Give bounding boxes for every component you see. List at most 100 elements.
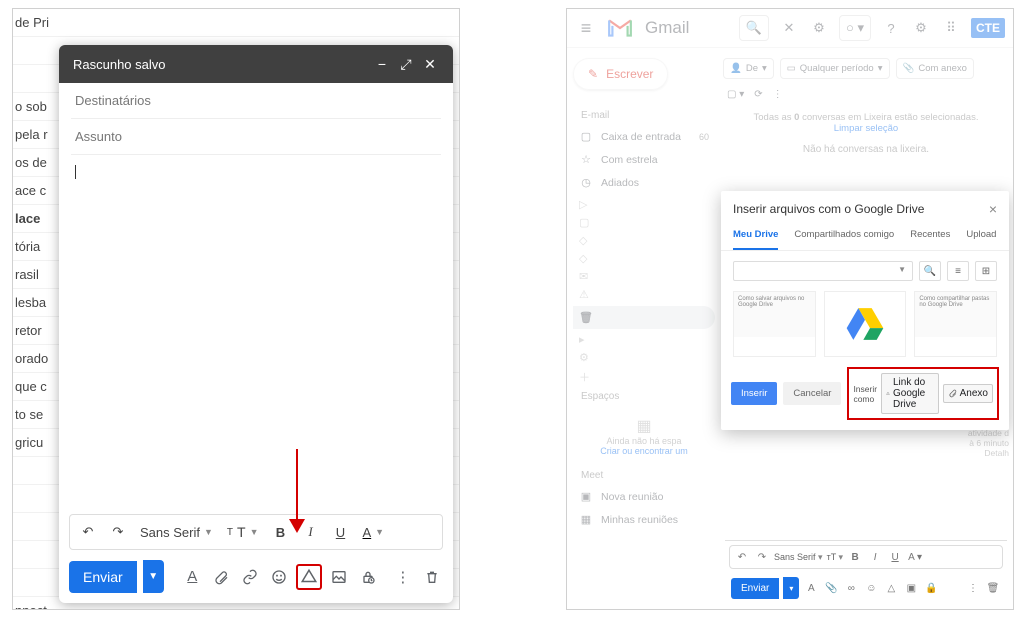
tab-recent[interactable]: Recentes — [910, 221, 950, 250]
insert-button[interactable]: Inserir — [731, 382, 777, 405]
discard-icon[interactable] — [420, 564, 443, 590]
grid-view-icon[interactable]: ⊞ — [975, 261, 997, 281]
send-button[interactable]: Enviar — [731, 578, 779, 599]
list-view-icon[interactable]: ≡ — [947, 261, 969, 281]
emoji-icon[interactable] — [267, 564, 290, 590]
file-card-drive[interactable] — [824, 291, 907, 357]
sidebar-stub-icon[interactable]: ✉ — [579, 270, 593, 284]
redo-icon[interactable]: ↷ — [754, 549, 770, 565]
support-icon[interactable]: ? — [881, 18, 901, 38]
sidebar-stub-icon[interactable]: ▷ — [579, 198, 593, 212]
emoji-icon[interactable]: ☺ — [863, 580, 879, 596]
confidential-icon[interactable]: 🔒 — [923, 580, 939, 596]
sidebar-stub-icon[interactable]: ▢ — [579, 216, 593, 230]
attach-icon — [948, 389, 957, 398]
cancel-button[interactable]: Cancelar — [783, 382, 841, 405]
file-card[interactable]: Como salvar arquivos no Google Drive — [733, 291, 816, 357]
trash-icon: 🗑 — [579, 311, 593, 324]
text-color-icon[interactable]: A ▾ — [907, 549, 923, 565]
underline-icon[interactable]: U — [887, 549, 903, 565]
search-icon[interactable]: 🔍 — [739, 15, 769, 41]
sidebar-stub-icon[interactable]: ▸ — [579, 333, 593, 347]
search-icon[interactable]: 🔍 — [919, 261, 941, 281]
attachment-button[interactable]: Anexo — [943, 384, 993, 403]
attach-icon[interactable] — [210, 564, 233, 590]
tab-upload[interactable]: Upload — [966, 221, 996, 250]
close-icon[interactable]: × — [989, 201, 997, 217]
picker-path-dropdown[interactable]: ▼ — [733, 261, 913, 281]
more-options-icon[interactable]: ⋮ — [965, 580, 981, 596]
discard-icon[interactable]: 🗑 — [985, 580, 1001, 596]
tab-shared[interactable]: Compartilhados comigo — [794, 221, 894, 250]
search-options-icon[interactable]: ⚙ — [809, 18, 829, 38]
send-button[interactable]: Enviar — [69, 561, 137, 593]
file-caption: Como salvar arquivos no Google Drive — [738, 296, 804, 308]
send-more-button[interactable]: ▾ — [783, 577, 799, 599]
sidebar-item-trash[interactable]: 🗑 — [573, 306, 715, 329]
font-picker[interactable]: Sans Serif ▾ — [774, 552, 823, 563]
text-color-picker[interactable]: A▼ — [359, 525, 389, 540]
send-more-button[interactable]: ▼ — [143, 560, 164, 593]
undo-icon[interactable]: ↶ — [76, 520, 100, 544]
recipients-field[interactable]: Destinatários — [71, 83, 441, 119]
compose-header[interactable]: Rascunho salvo − ⤢ ✕ — [59, 45, 453, 83]
sidebar-item-inbox[interactable]: ▢ Caixa de entrada 60 — [573, 125, 715, 148]
tab-my-drive[interactable]: Meu Drive — [733, 221, 778, 250]
sidebar-item-snoozed[interactable]: ◷ Adiados — [573, 171, 715, 194]
compose-body[interactable] — [59, 155, 453, 514]
attach-icon[interactable]: 📎 — [823, 580, 839, 596]
insert-photo-icon[interactable] — [328, 564, 351, 590]
filter-date[interactable]: ▭ Qualquer período ▾ — [780, 58, 890, 79]
insert-drive-icon[interactable] — [296, 564, 322, 590]
sidebar-stub-icon[interactable]: ⚙ — [579, 351, 593, 365]
formatting-icon[interactable]: A — [803, 580, 819, 596]
font-picker[interactable]: Sans Serif▼ — [136, 525, 217, 540]
formatting-icon[interactable]: A — [181, 564, 204, 590]
sidebar-section-spaces: Espaços — [573, 387, 715, 406]
underline-icon[interactable]: U — [329, 520, 353, 544]
undo-icon[interactable]: ↶ — [734, 549, 750, 565]
font-size-picker[interactable]: ᴛT ▾ — [827, 552, 844, 563]
btn-label: Anexo — [960, 388, 988, 399]
select-all-checkbox[interactable]: ▢ ▾ — [727, 89, 744, 100]
drive-link-button[interactable]: Link do Google Drive — [881, 373, 939, 414]
expand-icon[interactable]: ⤢ — [397, 55, 415, 73]
font-size-picker[interactable]: TT▼ — [223, 524, 263, 540]
status-indicator-icon[interactable]: ○ ▾ — [839, 15, 871, 41]
inbox-icon: ▢ — [579, 130, 593, 143]
filter-from[interactable]: 👤 De ▾ — [723, 58, 774, 79]
compose-button[interactable]: ✎ Escrever — [573, 58, 668, 90]
insert-drive-icon[interactable]: △ — [883, 580, 899, 596]
clear-search-icon[interactable]: ✕ — [779, 18, 799, 38]
account-badge[interactable]: CTE — [971, 18, 1005, 38]
gmail-logo-icon — [607, 18, 633, 38]
minimize-icon[interactable]: − — [373, 55, 391, 73]
settings-icon[interactable]: ⚙ — [911, 18, 931, 38]
redo-icon[interactable]: ↷ — [106, 520, 130, 544]
filter-attachment[interactable]: 📎 Com anexo — [896, 58, 974, 79]
more-icon[interactable]: ⋮ — [773, 89, 783, 100]
sidebar-item-my-meetings[interactable]: ▦ Minhas reuniões — [573, 508, 715, 531]
clear-selection-link[interactable]: Limpar seleção — [834, 123, 898, 134]
confidential-icon[interactable] — [357, 564, 380, 590]
subject-field[interactable]: Assunto — [71, 119, 441, 155]
close-icon[interactable]: ✕ — [421, 55, 439, 73]
spaces-create-link[interactable]: Criar ou encontrar um — [573, 446, 715, 456]
sidebar-stub-icon[interactable]: ◇ — [579, 252, 593, 266]
link-icon[interactable] — [238, 564, 261, 590]
italic-icon[interactable]: I — [867, 549, 883, 565]
bold-icon[interactable]: B — [847, 549, 863, 565]
sidebar-stub-icon[interactable]: ⚠ — [579, 288, 593, 302]
sidebar-item-starred[interactable]: ☆ Com estrela — [573, 148, 715, 171]
file-card[interactable]: Como compartilhar pastas no Google Drive — [914, 291, 997, 357]
more-options-icon[interactable]: ⋮ — [391, 564, 414, 590]
apps-grid-icon[interactable]: ⠿ — [941, 18, 961, 38]
refresh-icon[interactable]: ⟳ — [754, 89, 762, 100]
sidebar-stub-icon[interactable]: ◇ — [579, 234, 593, 248]
google-drive-icon — [845, 306, 885, 342]
menu-icon[interactable]: ≡ — [575, 18, 597, 39]
link-icon[interactable]: ∞ — [843, 580, 859, 596]
sidebar-stub-icon[interactable]: ＋ — [579, 369, 593, 383]
sidebar-item-new-meeting[interactable]: ▣ Nova reunião — [573, 485, 715, 508]
insert-photo-icon[interactable]: ▣ — [903, 580, 919, 596]
